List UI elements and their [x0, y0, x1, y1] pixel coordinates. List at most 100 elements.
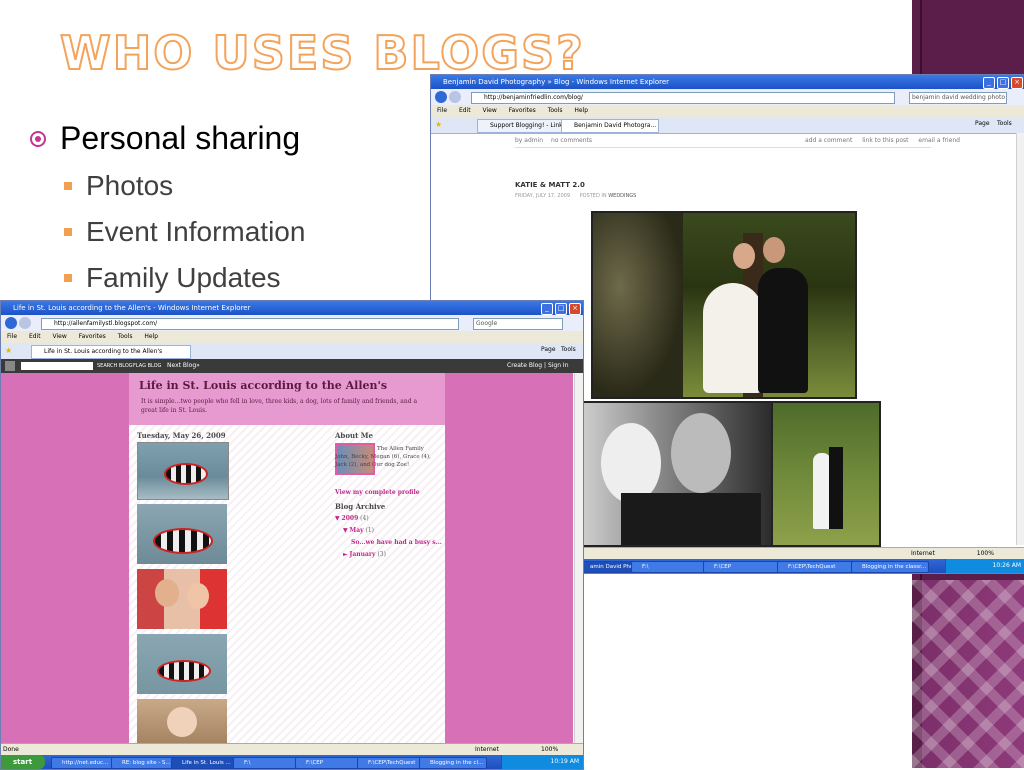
address-bar-row: http://benjaminfriedlin.com/blog/ benjam… — [431, 89, 1024, 106]
tab-support-blogging[interactable]: Support Blogging! - Links to S... — [477, 119, 571, 133]
archive-month[interactable]: ▼ May (1) — [343, 527, 374, 534]
menu-tools[interactable]: Tools — [548, 107, 563, 114]
square-bullet-icon — [64, 182, 72, 190]
address-input[interactable]: http://allenfamilystl.blogspot.com/ — [41, 318, 459, 330]
menu-view[interactable]: View — [53, 333, 67, 340]
tools-menu[interactable]: Tools — [561, 346, 576, 353]
post-author[interactable]: by admin — [515, 137, 543, 144]
search-input[interactable]: benjamin david wedding photo blog — [909, 92, 1007, 104]
email-friend-link[interactable]: email a friend — [918, 137, 960, 144]
blogger-navbar: SEARCH BLOG FLAG BLOG Next Blog» Create … — [1, 359, 583, 373]
taskbar-item[interactable]: F:\CEP\TechQuest — [357, 757, 425, 769]
archive-year[interactable]: ▼ 2009 (4) — [335, 515, 369, 522]
minimize-button[interactable]: _ — [541, 303, 553, 315]
link-to-post-link[interactable]: link to this post — [862, 137, 908, 144]
wedding-photo-lawn[interactable] — [771, 401, 881, 547]
menu-favorites[interactable]: Favorites — [509, 107, 536, 114]
archive-year-label[interactable]: 2009 — [342, 515, 359, 522]
blogger-logo-icon[interactable] — [5, 361, 15, 371]
taskbar-item[interactable]: Blogging in the cl... — [419, 757, 487, 769]
menu-help[interactable]: Help — [574, 107, 588, 114]
window-title: Benjamin David Photography » Blog - Wind… — [443, 78, 670, 86]
bullet-main-text: Personal sharing — [60, 120, 301, 156]
post-comments[interactable]: no comments — [551, 137, 592, 144]
forward-arrow-icon[interactable] — [19, 317, 31, 329]
menu-view[interactable]: View — [483, 107, 497, 114]
taskbar-item[interactable]: F:\CEP — [703, 561, 781, 573]
favorites-star-icon[interactable]: ★ — [5, 346, 12, 355]
window-title: Life in St. Louis according to the Allen… — [13, 304, 251, 312]
maximize-button[interactable]: □ — [555, 303, 567, 315]
view-profile-link[interactable]: View my complete profile — [335, 489, 420, 496]
add-comment-link[interactable]: add a comment — [805, 137, 852, 144]
archive-post-link[interactable]: So...we have had a busy s... — [351, 539, 442, 546]
post-photo-tube-1[interactable] — [137, 442, 229, 500]
menu-bar: File Edit View Favorites Tools Help — [431, 105, 1024, 117]
status-text: Done — [3, 746, 19, 753]
back-arrow-icon[interactable] — [5, 317, 17, 329]
clock: 10:19 AM — [550, 758, 579, 765]
address-input[interactable]: http://benjaminfriedlin.com/blog/ — [471, 92, 895, 104]
taskbar-item[interactable]: F:\CEP\TechQuest — [777, 561, 855, 573]
sub-bullet: Family Updates — [64, 262, 281, 294]
divider — [515, 147, 931, 148]
tab-bar: ★ Support Blogging! - Links to S... Benj… — [431, 117, 1024, 134]
blog-title[interactable]: Life in St. Louis according to the Allen… — [139, 379, 387, 392]
start-button[interactable]: start — [1, 755, 45, 769]
blog-search-input[interactable] — [21, 362, 93, 370]
post-title[interactable]: KATIE & MATT 2.0 — [515, 181, 585, 189]
triangle-down-icon[interactable]: ▼ — [343, 527, 348, 534]
taskbar-item[interactable]: http://net.educ... — [51, 757, 119, 769]
post-date: FRIDAY, JULY 17, 2009 — [515, 193, 571, 199]
archive-month-label[interactable]: January — [350, 551, 376, 558]
menu-edit[interactable]: Edit — [29, 333, 41, 340]
menu-edit[interactable]: Edit — [459, 107, 471, 114]
maximize-button[interactable]: □ — [997, 77, 1009, 89]
archive-count: (3) — [377, 551, 386, 558]
page-menu[interactable]: Page — [975, 120, 990, 127]
minimize-button[interactable]: _ — [983, 77, 995, 89]
triangle-down-icon[interactable]: ▼ — [335, 515, 340, 522]
vertical-scrollbar[interactable] — [1016, 133, 1024, 545]
post-photo-family[interactable] — [137, 569, 227, 629]
taskbar-item[interactable]: Life in St. Louis ... — [171, 757, 239, 769]
next-blog-link[interactable]: Next Blog» — [167, 359, 200, 373]
post-photo-tube-3[interactable] — [137, 634, 227, 694]
taskbar-item[interactable]: RE: blog site - S... — [111, 757, 179, 769]
taskbar-item[interactable]: Blogging in the classr... — [851, 561, 929, 573]
menu-file[interactable]: File — [437, 107, 447, 114]
flag-blog-button[interactable]: FLAG BLOG — [133, 359, 161, 373]
post-photo-baby[interactable] — [137, 699, 227, 743]
zoom-level[interactable]: 100% — [977, 550, 994, 557]
archive-count: (1) — [365, 527, 374, 534]
taskbar-item[interactable]: F:\ — [631, 561, 709, 573]
search-input[interactable]: Google — [473, 318, 563, 330]
wedding-photo-tree[interactable] — [591, 211, 857, 399]
taskbar-item[interactable]: F:\CEP — [295, 757, 363, 769]
search-blog-button[interactable]: SEARCH BLOG — [97, 359, 133, 373]
tab-photography[interactable]: Benjamin David Photogra... — [561, 119, 659, 133]
menu-favorites[interactable]: Favorites — [79, 333, 106, 340]
close-button[interactable]: × — [1011, 77, 1023, 89]
posted-in-category[interactable]: WEDDINGS — [608, 193, 636, 199]
favorites-star-icon[interactable]: ★ — [435, 120, 442, 129]
close-button[interactable]: × — [569, 303, 581, 315]
taskbar-item[interactable]: F:\ — [233, 757, 301, 769]
menu-help[interactable]: Help — [144, 333, 158, 340]
post-photo-tube-2[interactable] — [137, 504, 227, 564]
menu-tools[interactable]: Tools — [118, 333, 133, 340]
back-arrow-icon[interactable] — [435, 91, 447, 103]
archive-month-label[interactable]: May — [350, 527, 364, 534]
forward-arrow-icon[interactable] — [449, 91, 461, 103]
create-sign-in-link[interactable]: Create Blog | Sign In — [507, 359, 569, 373]
vertical-scrollbar[interactable] — [574, 373, 583, 743]
menu-file[interactable]: File — [7, 333, 17, 340]
taskbar-item[interactable]: amin David Phot... — [579, 561, 637, 573]
archive-count: (4) — [360, 515, 369, 522]
tab-family-blog[interactable]: Life in St. Louis according to the Allen… — [31, 345, 191, 359]
tools-menu[interactable]: Tools — [997, 120, 1012, 127]
triangle-right-icon[interactable]: ► — [343, 551, 348, 558]
page-menu[interactable]: Page — [541, 346, 556, 353]
wedding-photo-bw[interactable] — [579, 401, 775, 547]
archive-month[interactable]: ► January (3) — [343, 551, 386, 558]
